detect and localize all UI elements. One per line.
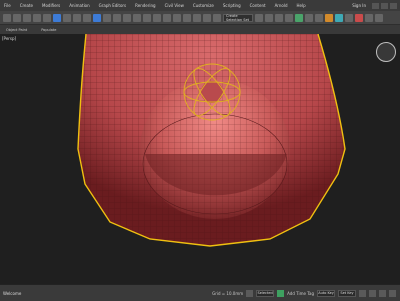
set-key-button[interactable]: Set Key bbox=[338, 289, 356, 297]
pivot-center-icon[interactable] bbox=[143, 13, 151, 22]
select-manipulate-icon[interactable] bbox=[153, 13, 161, 22]
render-in-cloud-icon[interactable] bbox=[365, 13, 373, 22]
mesh-object[interactable] bbox=[78, 34, 345, 246]
window-crossing-icon[interactable] bbox=[83, 13, 91, 22]
keyboard-shortcut-icon[interactable] bbox=[163, 13, 171, 22]
menu-animation[interactable]: Animation bbox=[65, 3, 94, 8]
undo-icon[interactable] bbox=[3, 13, 11, 22]
mirror-icon[interactable] bbox=[255, 13, 263, 22]
menu-help[interactable]: Help bbox=[293, 3, 311, 8]
redo-icon[interactable] bbox=[13, 13, 21, 22]
render-setup-icon[interactable] bbox=[335, 13, 343, 22]
rendered-frame-window-icon[interactable] bbox=[345, 13, 353, 22]
add-time-tag-icon[interactable] bbox=[277, 289, 285, 297]
orbit-icon[interactable] bbox=[389, 289, 396, 297]
select-object-icon[interactable] bbox=[53, 13, 61, 22]
status-bar: Welcome Grid = 10.0mm Selected Add Time … bbox=[0, 284, 400, 301]
material-editor-icon[interactable] bbox=[325, 13, 333, 22]
menu-file[interactable]: File bbox=[0, 3, 16, 8]
align-icon[interactable] bbox=[265, 13, 273, 22]
a360-gallery-icon[interactable] bbox=[375, 13, 383, 22]
percent-snap-icon[interactable] bbox=[193, 13, 201, 22]
minimize-button[interactable] bbox=[372, 2, 379, 9]
menu-arnold[interactable]: Arnold bbox=[271, 3, 293, 8]
lock-selection-icon[interactable] bbox=[246, 289, 254, 297]
play-icon[interactable] bbox=[359, 289, 366, 297]
bind-space-warp-icon[interactable] bbox=[43, 13, 51, 22]
viewport-label[interactable]: [Persp] bbox=[2, 36, 16, 41]
schematic-view-icon[interactable] bbox=[315, 13, 323, 22]
snaps-toggle-icon[interactable] bbox=[173, 13, 181, 22]
time-tag-label[interactable]: Add Time Tag bbox=[287, 291, 314, 296]
render-production-icon[interactable] bbox=[355, 13, 363, 22]
menu-rendering[interactable]: Rendering bbox=[131, 3, 160, 8]
scale-icon[interactable] bbox=[113, 13, 121, 22]
zoom-icon[interactable] bbox=[369, 289, 376, 297]
menu-customize[interactable]: Customize bbox=[189, 3, 219, 8]
toggle-layer-explorer-icon[interactable] bbox=[285, 13, 293, 22]
status-message: Welcome bbox=[3, 290, 22, 296]
main-toolbar: Create Selection Set bbox=[0, 11, 400, 25]
edit-named-sets-icon[interactable] bbox=[213, 13, 221, 22]
select-by-name-icon[interactable] bbox=[63, 13, 71, 22]
angle-snap-icon[interactable] bbox=[183, 13, 191, 22]
ribbon-tab-object-paint[interactable]: Object Paint bbox=[6, 28, 27, 32]
menu-civil-view[interactable]: Civil View bbox=[161, 3, 189, 8]
toggle-scene-explorer-icon[interactable] bbox=[275, 13, 283, 22]
unlink-icon[interactable] bbox=[33, 13, 41, 22]
selection-set-dropdown[interactable]: Create Selection Set bbox=[223, 13, 253, 22]
placement-icon[interactable] bbox=[123, 13, 131, 22]
toggle-ribbon-icon[interactable] bbox=[295, 13, 303, 22]
menu-create[interactable]: Create bbox=[16, 3, 38, 8]
curve-editor-icon[interactable] bbox=[305, 13, 313, 22]
perspective-viewport[interactable]: [Persp] bbox=[0, 34, 400, 284]
viewcube-icon[interactable] bbox=[376, 42, 396, 62]
move-icon[interactable] bbox=[93, 13, 101, 22]
scene-render bbox=[77, 34, 346, 247]
status-controls: Grid = 10.0mm Selected Add Time Tag Auto… bbox=[212, 289, 400, 297]
maximize-button[interactable] bbox=[381, 2, 388, 9]
auto-key-button[interactable]: Auto Key bbox=[317, 289, 335, 297]
ribbon-bar: Object Paint Populate bbox=[0, 25, 400, 34]
menu-scripting[interactable]: Scripting bbox=[219, 3, 246, 8]
reference-coord-icon[interactable] bbox=[133, 13, 141, 22]
link-icon[interactable] bbox=[23, 13, 31, 22]
rotate-icon[interactable] bbox=[103, 13, 111, 22]
window-controls: Sign In bbox=[352, 2, 400, 9]
menu-graph-editors[interactable]: Graph Editors bbox=[95, 3, 131, 8]
sign-in-link[interactable]: Sign In bbox=[352, 3, 370, 9]
rect-selection-icon[interactable] bbox=[73, 13, 81, 22]
close-button[interactable] bbox=[390, 2, 397, 9]
ribbon-tab-populate[interactable]: Populate bbox=[41, 28, 56, 32]
grid-readout: Grid = 10.0mm bbox=[212, 290, 244, 296]
menu-content[interactable]: Content bbox=[246, 3, 271, 8]
selected-dropdown[interactable]: Selected bbox=[256, 289, 275, 297]
pan-icon[interactable] bbox=[379, 289, 386, 297]
spinner-snap-icon[interactable] bbox=[203, 13, 211, 22]
menu-modifiers[interactable]: Modifiers bbox=[38, 3, 65, 8]
